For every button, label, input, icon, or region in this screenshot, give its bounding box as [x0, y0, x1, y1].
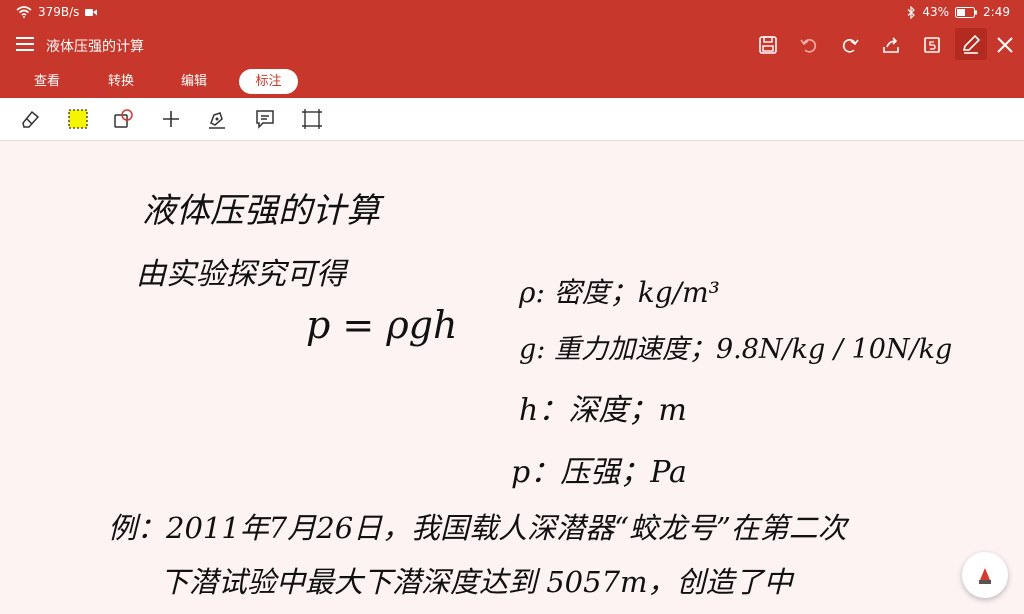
pen-nib-icon	[209, 112, 225, 129]
definition-depth: h：深度；m	[519, 393, 687, 428]
status-bar: 379B/s 43% 2:49	[0, 0, 1024, 25]
video-record-icon	[85, 8, 98, 16]
pen-icon	[962, 34, 981, 54]
example-line-2: 下潜试验中最大下潜深度达到 5057m，创造了中	[160, 565, 793, 599]
shape-button[interactable]	[113, 108, 135, 130]
formula: p = ρgh	[306, 303, 458, 347]
highlighter-icon	[979, 568, 991, 584]
close-button[interactable]	[993, 33, 1017, 57]
clock: 2:49	[983, 5, 1010, 19]
page-count-button[interactable]	[920, 33, 944, 57]
note-title: 液体压强的计算	[142, 191, 380, 231]
annotate-pen-button[interactable]	[955, 28, 987, 60]
tab-view[interactable]: 查看	[22, 69, 72, 94]
example-line-1: 例：2011年7月26日，我国载人深潜器“蛟龙号”在第二次	[108, 511, 847, 545]
definition-gravity: g: 重力加速度；9.8N/kg / 10N/kg	[519, 334, 953, 365]
tab-edit[interactable]: 编辑	[169, 69, 219, 94]
document-title: 液体压强的计算	[46, 39, 144, 55]
save-button[interactable]	[756, 33, 780, 57]
crop-icon	[302, 109, 322, 129]
highlight-box-icon	[68, 109, 88, 129]
note-subtitle: 由实验探究可得	[136, 257, 346, 292]
redo-button[interactable]	[838, 33, 862, 57]
eraser-icon	[22, 110, 40, 128]
signature-button[interactable]	[206, 108, 228, 130]
floating-tool-button[interactable]	[962, 552, 1008, 598]
network-speed: 379B/s	[38, 5, 80, 19]
battery-percent: 43%	[922, 5, 950, 19]
bluetooth-icon	[907, 5, 916, 19]
title-bar: 液体压强的计算	[0, 25, 1024, 65]
comment-button[interactable]	[254, 108, 276, 130]
menu-icon[interactable]	[16, 37, 34, 51]
highlight-area-button[interactable]	[67, 108, 89, 130]
shapes-icon	[114, 109, 133, 128]
undo-icon	[800, 39, 817, 53]
tab-annotate[interactable]: 标注	[239, 69, 298, 94]
close-icon	[997, 37, 1013, 53]
comment-icon	[256, 110, 274, 129]
definition-pressure: p：压强；Pa	[511, 455, 687, 490]
tab-convert[interactable]: 转换	[96, 69, 146, 94]
crop-select-button[interactable]	[301, 108, 323, 130]
annotation-toolbar	[0, 98, 1024, 141]
battery-icon	[955, 6, 978, 18]
definition-density: ρ: 密度；kg/m³	[519, 276, 720, 309]
page-count-icon	[924, 37, 940, 53]
plus-icon	[163, 111, 179, 127]
wifi-icon	[16, 6, 32, 18]
document-canvas[interactable]: 液体压强的计算 由实验探究可得 p = ρgh ρ: 密度；kg/m³ g: 重…	[0, 141, 1024, 614]
add-button[interactable]	[160, 108, 182, 130]
share-button[interactable]	[879, 33, 903, 57]
share-icon	[883, 37, 899, 53]
undo-button[interactable]	[797, 33, 821, 57]
tab-bar: 查看 转换 编辑 标注	[0, 65, 1024, 98]
save-icon	[759, 36, 777, 54]
eraser-button[interactable]	[19, 108, 41, 130]
redo-icon	[842, 39, 859, 53]
